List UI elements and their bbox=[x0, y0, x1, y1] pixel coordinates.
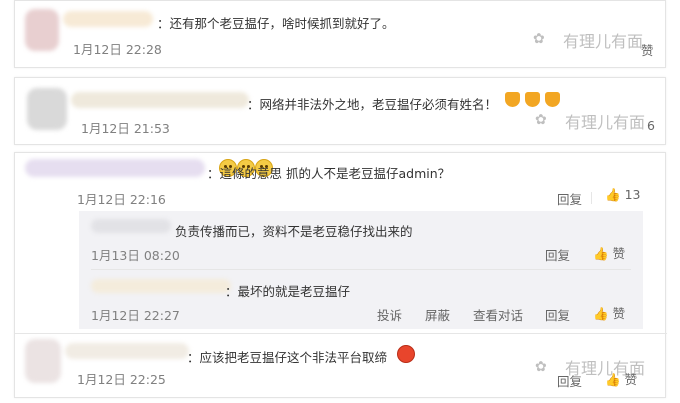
watermark: 有理儿有面 bbox=[563, 32, 644, 51]
report-button[interactable]: 投诉 bbox=[377, 305, 402, 324]
comment-time: 1月12日 22:16 bbox=[77, 192, 166, 207]
thumb-up-icon: 👍 bbox=[605, 187, 621, 202]
username-blurred bbox=[65, 343, 189, 359]
hand-pointing-down-icon bbox=[545, 92, 560, 107]
wechat-icon: ✿ bbox=[535, 359, 547, 375]
reply-time: 1月12日 22:27 bbox=[91, 308, 180, 323]
comment-time: 1月12日 22:28 bbox=[73, 42, 162, 57]
replies-box: 负责传播而已，资料不是老豆稳仔找出来的 1月13日 08:20 回复 👍 赞 ：… bbox=[79, 211, 643, 329]
reply-button[interactable]: 回复 bbox=[557, 371, 582, 390]
like-count[interactable]: 6 bbox=[647, 118, 655, 133]
comment-text: ：這條的意思 抓的人不是老豆揾仔admin？ bbox=[207, 166, 451, 181]
username-blurred bbox=[27, 88, 67, 130]
username-blurred bbox=[91, 219, 171, 233]
like-button[interactable]: 👍 赞 bbox=[593, 303, 625, 322]
username-blurred bbox=[25, 9, 59, 51]
username-blurred bbox=[71, 92, 249, 108]
comment-text: ：应该把老豆揾仔这个非法平台取缔 bbox=[187, 350, 388, 365]
reply-button[interactable]: 回复 bbox=[557, 189, 582, 208]
reply-time: 1月13日 08:20 bbox=[91, 248, 180, 263]
divider bbox=[91, 269, 631, 270]
reply-button[interactable]: 回复 bbox=[545, 305, 570, 324]
reply-button[interactable]: 回复 bbox=[545, 245, 570, 264]
like-button[interactable]: 赞 bbox=[641, 40, 654, 59]
like-button[interactable]: 👍 13 bbox=[605, 187, 640, 203]
thumb-up-icon: 👍 bbox=[593, 246, 609, 261]
reply-text: ：最坏的就是老豆揾仔 bbox=[225, 284, 351, 299]
like-count: 13 bbox=[624, 187, 641, 202]
like-button[interactable]: 👍 赞 bbox=[605, 369, 637, 388]
comment-card-2: ：网络并非法外之地，老豆揾仔必须有姓名！ 1月12日 21:53 ✿ 有理儿有面… bbox=[14, 77, 666, 145]
divider bbox=[15, 333, 667, 334]
hand-pointing-down-icon bbox=[505, 92, 520, 107]
angry-face-icon bbox=[397, 345, 415, 363]
username-blurred bbox=[63, 11, 153, 27]
comment-text: ：还有那个老豆揾仔，啥时候抓到就好了。 bbox=[157, 16, 395, 31]
wechat-icon: ✿ bbox=[535, 112, 547, 128]
view-conversation-button[interactable]: 查看对话 bbox=[473, 305, 523, 324]
username-blurred bbox=[25, 339, 61, 383]
comment-time: 1月12日 21:53 bbox=[81, 121, 170, 136]
comment-time: 1月12日 22:25 bbox=[77, 372, 166, 387]
comment-card-3: ：這條的意思 抓的人不是老豆揾仔admin？ 1月12日 22:16 回复 👍 … bbox=[14, 152, 667, 398]
comment-card-1: ：还有那个老豆揾仔，啥时候抓到就好了。 1月12日 22:28 ✿ 有理儿有面 … bbox=[14, 0, 666, 68]
thumb-up-icon: 👍 bbox=[605, 372, 621, 387]
block-button[interactable]: 屏蔽 bbox=[425, 305, 450, 324]
divider bbox=[591, 192, 592, 204]
hand-pointing-down-icon bbox=[525, 92, 540, 107]
username-blurred bbox=[91, 279, 231, 293]
like-button[interactable]: 👍 赞 bbox=[593, 243, 625, 262]
reply-text: 负责传播而已，资料不是老豆稳仔找出来的 bbox=[175, 224, 413, 239]
wechat-icon: ✿ bbox=[533, 31, 545, 47]
watermark: 有理儿有面 bbox=[565, 113, 646, 132]
comment-text: ：网络并非法外之地，老豆揾仔必须有姓名！ bbox=[247, 97, 498, 112]
thumb-up-icon: 👍 bbox=[593, 306, 609, 321]
